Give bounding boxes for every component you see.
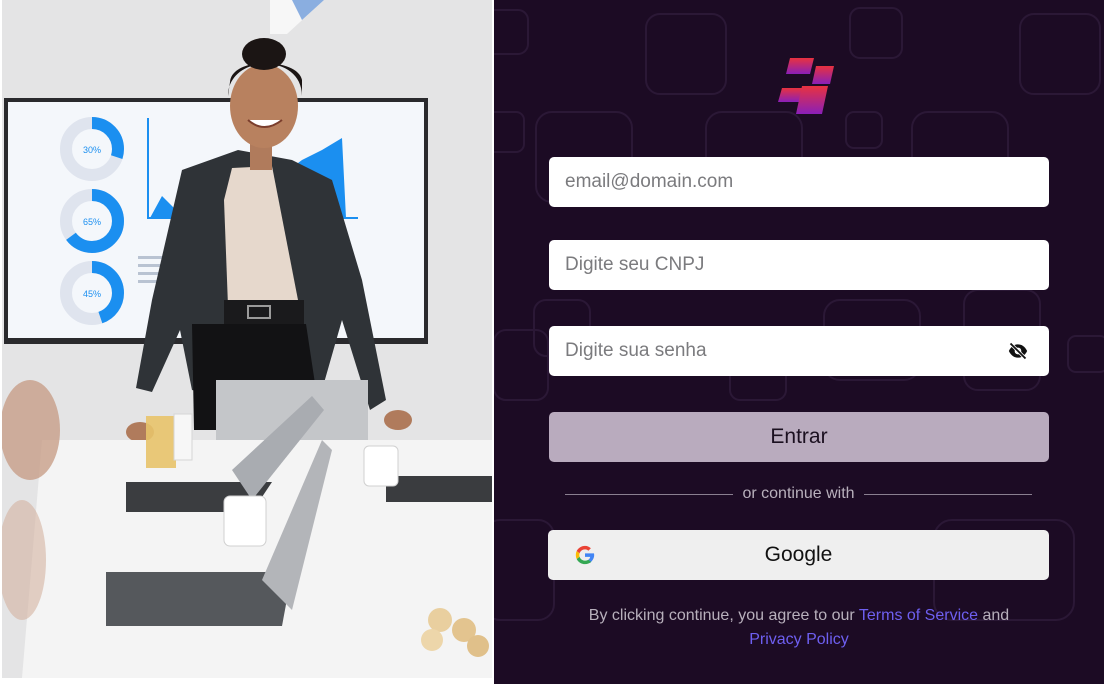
donut-label-2: 65%	[83, 217, 101, 227]
google-signin-button[interactable]: Google	[548, 530, 1049, 580]
divider-text: or continue with	[742, 485, 855, 502]
privacy-link[interactable]: Privacy Policy	[749, 631, 849, 648]
brand-logo	[778, 58, 834, 114]
email-input[interactable]	[549, 157, 1049, 207]
password-input[interactable]	[549, 326, 1049, 376]
divider: or continue with	[565, 484, 1032, 504]
google-icon	[575, 545, 595, 565]
eye-off-icon[interactable]	[1007, 340, 1029, 362]
divider-line-right	[863, 493, 1032, 495]
google-button-label: Google	[764, 543, 833, 566]
login-panel: Entrar or continue with Google By clicki…	[494, 0, 1104, 684]
email-field[interactable]	[549, 157, 1049, 207]
donut-label-1: 30%	[83, 145, 101, 155]
legal-notice: By clicking continue, you agree to our T…	[549, 604, 1049, 652]
meeting-illustration: 30% 65% 45%	[2, 0, 492, 678]
legal-and: and	[982, 607, 1010, 624]
legal-prefix: By clicking continue, you agree to our	[588, 607, 855, 624]
meeting-photo: 30% 65% 45%	[2, 0, 492, 678]
donut-label-3: 45%	[83, 289, 101, 299]
submit-button[interactable]: Entrar	[549, 412, 1049, 462]
divider-line-left	[565, 493, 734, 495]
cnpj-field[interactable]	[549, 240, 1049, 290]
cnpj-input[interactable]	[549, 240, 1049, 290]
password-field[interactable]	[549, 326, 1049, 376]
terms-link[interactable]: Terms of Service	[859, 607, 978, 624]
hero-photo: 30% 65% 45%	[0, 0, 494, 684]
